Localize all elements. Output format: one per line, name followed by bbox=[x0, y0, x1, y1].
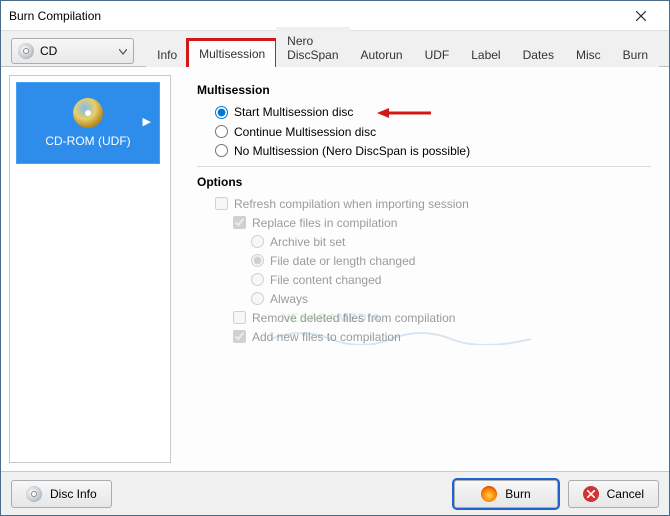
tab-multisession[interactable]: Multisession bbox=[188, 40, 276, 68]
cancel-button[interactable]: Cancel bbox=[568, 480, 659, 508]
radio-content-input bbox=[251, 273, 264, 286]
tab-nerodiscspan[interactable]: Nero DiscSpan bbox=[276, 27, 349, 68]
tab-autorun[interactable]: Autorun bbox=[350, 41, 414, 68]
tab-misc[interactable]: Misc bbox=[565, 41, 612, 68]
disc-type-label: CD-ROM (UDF) bbox=[45, 134, 130, 148]
separator bbox=[197, 166, 651, 167]
radio-always: Always bbox=[251, 292, 651, 306]
close-icon bbox=[636, 11, 646, 21]
radio-continue-multisession-input[interactable] bbox=[215, 125, 228, 138]
check-remove-label: Remove deleted files from compilation bbox=[252, 311, 455, 325]
check-addnew: Add new files to compilation bbox=[233, 330, 651, 344]
window-title: Burn Compilation bbox=[9, 9, 621, 23]
media-type-dropdown[interactable]: CD bbox=[11, 38, 134, 64]
multisession-pane: Multisession Start Multisession disc Con… bbox=[179, 67, 669, 471]
chevron-down-icon bbox=[119, 44, 127, 58]
tab-label[interactable]: Label bbox=[460, 41, 511, 68]
tab-info[interactable]: Info bbox=[146, 41, 188, 68]
radio-continue-multisession[interactable]: Continue Multisession disc bbox=[215, 125, 651, 139]
radio-no-multisession-input[interactable] bbox=[215, 144, 228, 157]
disc-type-cdrom-udf[interactable]: CD-ROM (UDF) ▶ bbox=[16, 82, 160, 164]
highlight-arrow-icon bbox=[377, 105, 431, 120]
radio-filedate-label: File date or length changed bbox=[270, 254, 415, 268]
disc-info-label: Disc Info bbox=[50, 487, 97, 501]
check-refresh-input bbox=[215, 197, 228, 210]
radio-always-label: Always bbox=[270, 292, 308, 306]
chevron-right-icon: ▶ bbox=[143, 115, 151, 128]
disc-icon bbox=[26, 486, 42, 502]
cancel-label: Cancel bbox=[607, 487, 644, 501]
check-remove-input bbox=[233, 311, 246, 324]
radio-filedate: File date or length changed bbox=[251, 254, 651, 268]
disc-icon bbox=[18, 43, 34, 59]
topbar: CD Info Multisession Nero DiscSpan Autor… bbox=[1, 31, 669, 67]
check-addnew-label: Add new files to compilation bbox=[252, 330, 401, 344]
check-replace-input bbox=[233, 216, 246, 229]
radio-start-multisession[interactable]: Start Multisession disc bbox=[215, 105, 651, 120]
burn-button[interactable]: Burn bbox=[454, 480, 557, 508]
check-addnew-input bbox=[233, 330, 246, 343]
burn-label: Burn bbox=[505, 487, 530, 501]
tab-udf[interactable]: UDF bbox=[414, 41, 461, 68]
radio-no-multisession-label: No Multisession (Nero DiscSpan is possib… bbox=[234, 144, 470, 158]
cdrom-icon bbox=[73, 98, 103, 128]
radio-content-label: File content changed bbox=[270, 273, 381, 287]
check-refresh: Refresh compilation when importing sessi… bbox=[215, 197, 651, 211]
tab-burn[interactable]: Burn bbox=[612, 41, 659, 68]
radio-continue-multisession-label: Continue Multisession disc bbox=[234, 125, 376, 139]
radio-start-multisession-label: Start Multisession disc bbox=[234, 105, 353, 119]
check-replace: Replace files in compilation bbox=[233, 216, 651, 230]
radio-always-input bbox=[251, 292, 264, 305]
footer: Disc Info Burn Cancel bbox=[1, 471, 669, 515]
disc-info-button[interactable]: Disc Info bbox=[11, 480, 112, 508]
radio-archive-label: Archive bit set bbox=[270, 235, 345, 249]
radio-no-multisession[interactable]: No Multisession (Nero DiscSpan is possib… bbox=[215, 144, 651, 158]
flame-icon bbox=[481, 486, 497, 502]
radio-archive-input bbox=[251, 235, 264, 248]
cancel-icon bbox=[583, 486, 599, 502]
check-remove: Remove deleted files from compilation bbox=[233, 311, 651, 325]
disc-type-panel: CD-ROM (UDF) ▶ bbox=[9, 75, 171, 463]
tab-dates[interactable]: Dates bbox=[512, 41, 565, 68]
check-refresh-label: Refresh compilation when importing sessi… bbox=[234, 197, 469, 211]
radio-content: File content changed bbox=[251, 273, 651, 287]
close-button[interactable] bbox=[621, 2, 661, 30]
options-heading: Options bbox=[197, 175, 651, 189]
radio-filedate-input bbox=[251, 254, 264, 267]
tab-strip: Info Multisession Nero DiscSpan Autorun … bbox=[146, 35, 659, 67]
radio-archive: Archive bit set bbox=[251, 235, 651, 249]
media-type-label: CD bbox=[40, 44, 57, 58]
multisession-heading: Multisession bbox=[197, 83, 651, 97]
radio-start-multisession-input[interactable] bbox=[215, 106, 228, 119]
body: CD-ROM (UDF) ▶ Multisession Start Multis… bbox=[1, 67, 669, 471]
check-replace-label: Replace files in compilation bbox=[252, 216, 397, 230]
